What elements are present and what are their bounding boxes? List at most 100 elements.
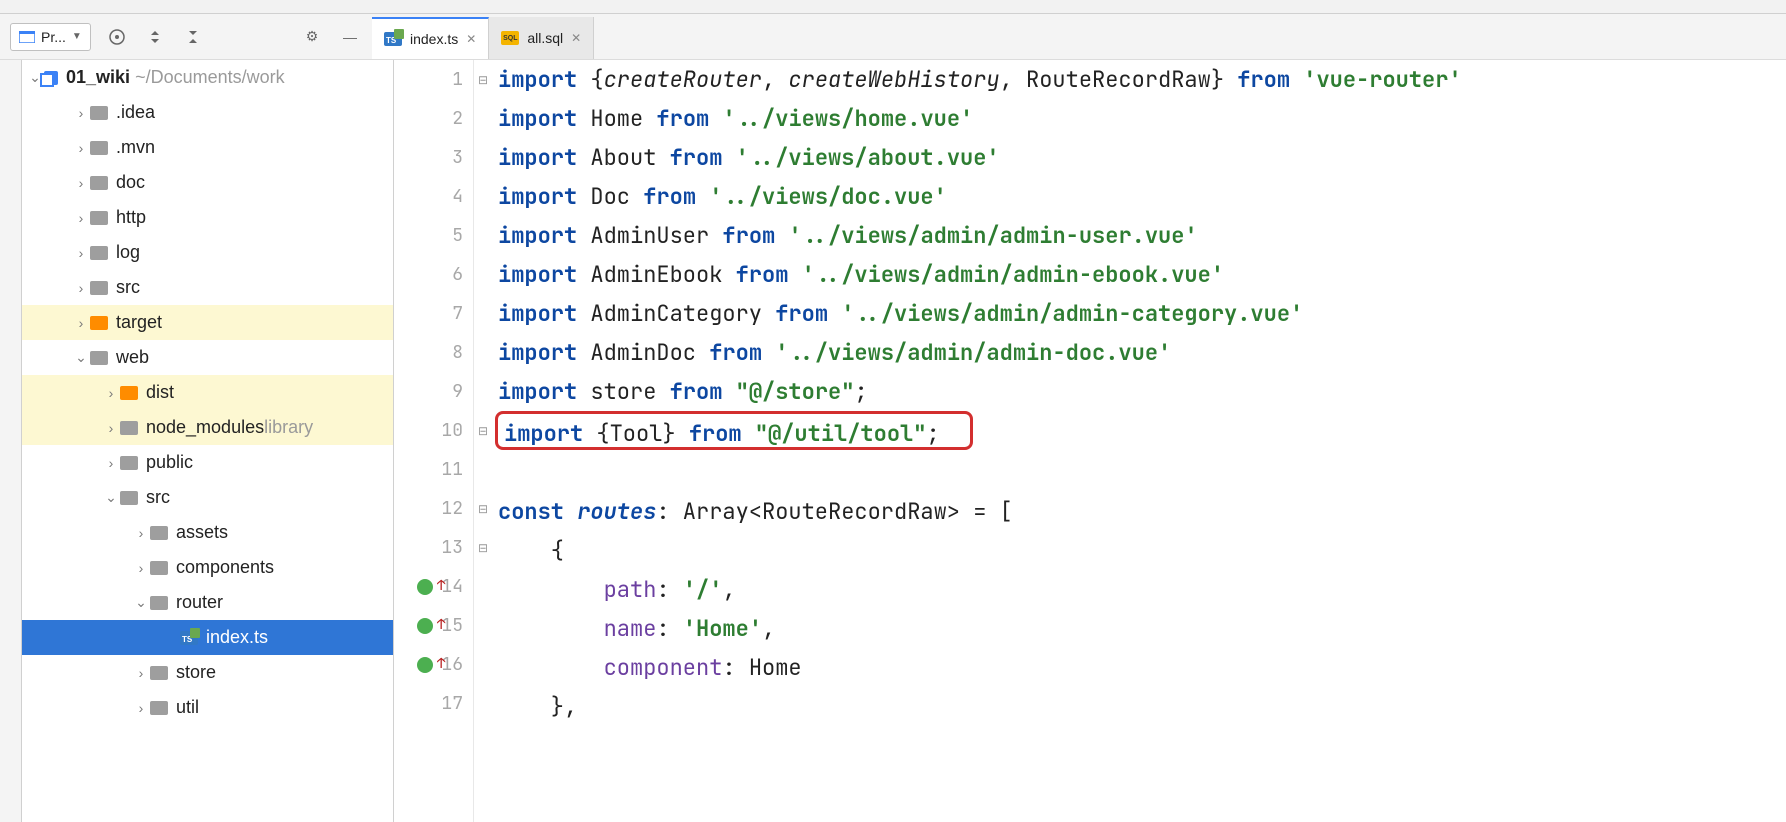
expand-all-icon[interactable]: [143, 25, 167, 49]
code-line[interactable]: const routes: Array<RouteRecordRaw> = [: [492, 492, 1786, 531]
fold-handle[interactable]: [474, 60, 492, 99]
gutter-line[interactable]: 10: [394, 411, 473, 450]
tool-window-rail[interactable]: [0, 60, 22, 822]
tree-folder[interactable]: web: [22, 340, 393, 375]
tree-folder[interactable]: node_modules library: [22, 410, 393, 445]
code-line[interactable]: name: 'Home',: [492, 609, 1786, 648]
gutter-line[interactable]: 2: [394, 99, 473, 138]
sql-file-icon: SQL: [501, 31, 519, 45]
folder-icon: [120, 491, 138, 505]
vcs-change-marker-icon[interactable]: [417, 657, 433, 673]
code-line[interactable]: import AdminCategory from '../views/admi…: [492, 294, 1786, 333]
tree-folder[interactable]: doc: [22, 165, 393, 200]
gutter-line[interactable]: 1: [394, 60, 473, 99]
tree-folder[interactable]: router: [22, 585, 393, 620]
gutter-line[interactable]: 5: [394, 216, 473, 255]
code-area[interactable]: import {createRouter, createWebHistory, …: [492, 60, 1786, 822]
fold-column[interactable]: [474, 60, 492, 822]
code-line[interactable]: {: [492, 531, 1786, 570]
code-line[interactable]: import {createRouter, createWebHistory, …: [492, 60, 1786, 99]
expand-icon[interactable]: [72, 315, 90, 331]
tree-folder[interactable]: src: [22, 480, 393, 515]
tree-folder[interactable]: http: [22, 200, 393, 235]
tree-folder[interactable]: store: [22, 655, 393, 690]
vcs-change-marker-icon[interactable]: [417, 579, 433, 595]
expand-icon[interactable]: [72, 105, 90, 121]
code-line[interactable]: import AdminEbook from '../views/admin/a…: [492, 255, 1786, 294]
gutter-line[interactable]: 14: [394, 567, 473, 606]
line-number: 6: [452, 263, 463, 286]
code-editor[interactable]: 1234567891011121314151617 import {create…: [394, 60, 1786, 822]
expand-icon[interactable]: [72, 140, 90, 156]
line-gutter[interactable]: 1234567891011121314151617: [394, 60, 474, 822]
gutter-line[interactable]: 9: [394, 372, 473, 411]
tree-folder[interactable]: .idea: [22, 95, 393, 130]
expand-icon[interactable]: [132, 594, 150, 611]
expand-icon[interactable]: [72, 175, 90, 191]
fold-handle[interactable]: [474, 411, 492, 450]
tree-folder[interactable]: components: [22, 550, 393, 585]
gutter-line[interactable]: 12: [394, 489, 473, 528]
expand-icon[interactable]: [72, 210, 90, 226]
expand-icon[interactable]: [102, 455, 120, 471]
expand-icon[interactable]: [132, 665, 150, 681]
tree-folder[interactable]: src: [22, 270, 393, 305]
gear-icon[interactable]: ⚙: [300, 25, 324, 49]
project-tree[interactable]: 01_wiki ~/Documents/work .idea.mvn doc htt…: [22, 60, 394, 822]
code-line[interactable]: component: Home: [492, 648, 1786, 687]
gutter-line[interactable]: 17: [394, 684, 473, 723]
close-icon[interactable]: ✕: [466, 32, 476, 46]
tree-folder[interactable]: dist: [22, 375, 393, 410]
tree-root[interactable]: 01_wiki ~/Documents/work: [22, 60, 393, 95]
code-line[interactable]: import About from '../views/about.vue': [492, 138, 1786, 177]
expand-icon[interactable]: [102, 385, 120, 401]
expand-icon[interactable]: [72, 349, 90, 366]
gutter-line[interactable]: 15: [394, 606, 473, 645]
gutter-line[interactable]: 8: [394, 333, 473, 372]
expand-icon[interactable]: [72, 245, 90, 261]
locate-icon[interactable]: [105, 25, 129, 49]
vcs-change-marker-icon[interactable]: [417, 618, 433, 634]
tree-folder[interactable]: util: [22, 690, 393, 725]
code-line[interactable]: import {Tool} from "@/util/tool";: [495, 411, 973, 450]
code-line[interactable]: path: '/',: [492, 570, 1786, 609]
gutter-line[interactable]: 11: [394, 450, 473, 489]
collapse-all-icon[interactable]: [181, 25, 205, 49]
tab-all-sql[interactable]: SQL all.sql ✕: [489, 17, 594, 59]
tree-folder[interactable]: public: [22, 445, 393, 480]
fold-handle[interactable]: [474, 528, 492, 567]
tree-file[interactable]: TSindex.ts: [22, 620, 393, 655]
code-line[interactable]: [492, 453, 1786, 492]
folder-icon: [150, 596, 168, 610]
gutter-line[interactable]: 7: [394, 294, 473, 333]
tree-folder[interactable]: .mvn: [22, 130, 393, 165]
code-line[interactable]: import Home from '../views/home.vue': [492, 99, 1786, 138]
project-toolbar: Pr... ▼ ⚙ —: [0, 23, 372, 51]
expand-icon[interactable]: [102, 489, 120, 506]
gutter-line[interactable]: 4: [394, 177, 473, 216]
expand-icon[interactable]: [132, 560, 150, 576]
tree-folder[interactable]: log: [22, 235, 393, 270]
expand-icon[interactable]: [132, 525, 150, 541]
gutter-line[interactable]: 13: [394, 528, 473, 567]
tab-index-ts[interactable]: TS index.ts ✕: [372, 17, 489, 59]
fold-handle[interactable]: [474, 489, 492, 528]
gutter-line[interactable]: 16: [394, 645, 473, 684]
expand-icon[interactable]: [102, 420, 120, 436]
code-line[interactable]: import Doc from '../views/doc.vue': [492, 177, 1786, 216]
close-icon[interactable]: ✕: [571, 31, 581, 45]
tree-folder[interactable]: assets: [22, 515, 393, 550]
code-line[interactable]: import store from "@/store";: [492, 372, 1786, 411]
tree-folder[interactable]: target: [22, 305, 393, 340]
expand-icon[interactable]: [72, 280, 90, 296]
fold-handle: [474, 645, 492, 684]
tree-item-label: doc: [116, 172, 145, 193]
hide-panel-icon[interactable]: —: [338, 25, 362, 49]
gutter-line[interactable]: 3: [394, 138, 473, 177]
expand-icon[interactable]: [132, 700, 150, 716]
code-line[interactable]: import AdminDoc from '../views/admin/adm…: [492, 333, 1786, 372]
code-line[interactable]: import AdminUser from '../views/admin/ad…: [492, 216, 1786, 255]
project-view-selector[interactable]: Pr... ▼: [10, 23, 91, 51]
code-line[interactable]: },: [492, 687, 1786, 726]
gutter-line[interactable]: 6: [394, 255, 473, 294]
